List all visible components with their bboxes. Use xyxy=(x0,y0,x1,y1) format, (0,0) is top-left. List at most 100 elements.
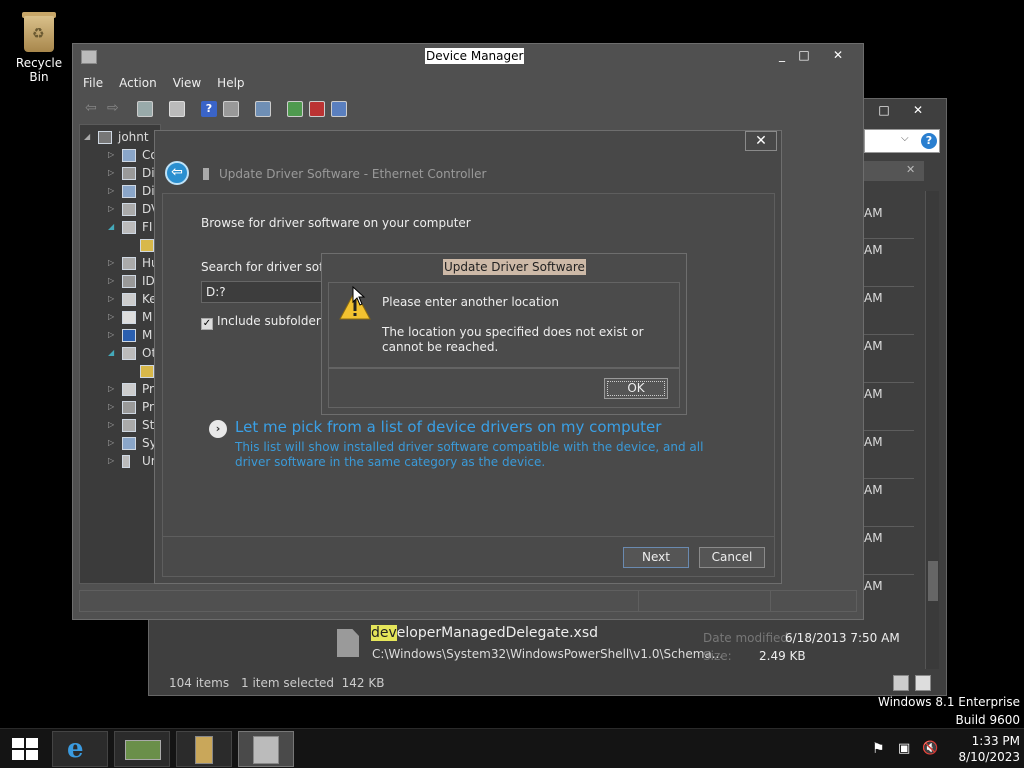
windows-version-info: Windows 8.1 Enterprise Build 9600 xyxy=(878,693,1020,729)
taskbar-clock[interactable]: 1:33 PM 8/10/2023 xyxy=(946,733,1020,765)
expand-arrow-icon[interactable]: ▷ xyxy=(108,168,114,177)
expand-arrow-icon[interactable]: ▷ xyxy=(108,312,114,321)
start-button[interactable] xyxy=(12,738,38,760)
tree-item[interactable]: ▷ Di xyxy=(80,183,160,201)
expand-arrow-icon[interactable]: ▷ xyxy=(108,456,114,465)
help-icon[interactable]: ? xyxy=(201,101,217,117)
menu-view[interactable]: View xyxy=(173,76,201,90)
update-driver-icon[interactable] xyxy=(287,101,303,117)
menu-help[interactable]: Help xyxy=(217,76,244,90)
tree-item[interactable]: ▷ Ke xyxy=(80,291,160,309)
explorer-scrollbar[interactable] xyxy=(925,191,939,669)
tree-item[interactable]: ▷ Pr xyxy=(80,399,160,417)
tree-item[interactable]: ▷ DV xyxy=(80,201,160,219)
file-path: C:\Windows\System32\WindowsPowerShell\v1… xyxy=(372,647,724,661)
back-arrow-icon[interactable]: ⇦ xyxy=(85,101,101,117)
tree-item[interactable]: ▷ Co xyxy=(80,147,160,165)
expand-arrow-icon[interactable]: ▷ xyxy=(108,420,114,429)
explorer-search-bar[interactable]: ✕ xyxy=(864,161,924,181)
tree-item[interactable]: ▷ ID xyxy=(80,273,160,291)
explorer-search-box[interactable]: ⌵ ? xyxy=(864,129,940,153)
expand-arrow-icon[interactable]: ▷ xyxy=(108,258,114,267)
list-item[interactable]: AM xyxy=(864,574,914,622)
next-button[interactable]: Next xyxy=(623,547,689,568)
tree-item[interactable]: ▷ Hu xyxy=(80,255,160,273)
cancel-button[interactable]: Cancel xyxy=(699,547,765,568)
expand-arrow-icon[interactable]: ▷ xyxy=(108,204,114,213)
driver-path-input[interactable]: D:? xyxy=(201,281,341,303)
explorer-close-button[interactable]: ✕ xyxy=(905,101,931,119)
list-item[interactable]: AM xyxy=(864,478,914,526)
view-icon[interactable] xyxy=(223,101,239,117)
file-details-row[interactable]: developerManagedDelegate.xsd C:\Windows\… xyxy=(335,623,925,669)
list-item[interactable]: AM xyxy=(864,286,914,334)
expand-arrow-icon[interactable]: ▷ xyxy=(108,186,114,195)
tree-item[interactable] xyxy=(80,363,160,381)
show-hide-tree-icon[interactable] xyxy=(137,101,153,117)
checkbox-checked-icon[interactable]: ✓ xyxy=(201,318,213,330)
device-tree[interactable]: ◢ johnt ▷ Co ▷ Di ▷ Di ▷ DV ◢ FI ▷ Hu ▷ ID ▷ Ke … xyxy=(79,124,161,584)
properties-icon[interactable] xyxy=(169,101,185,117)
close-button[interactable]: ✕ xyxy=(825,46,851,64)
expand-arrow-icon[interactable]: ◢ xyxy=(108,348,114,357)
row-time: AM xyxy=(864,206,883,220)
recycle-bin[interactable]: ♻ Recycle Bin xyxy=(6,10,72,84)
list-item[interactable]: AM xyxy=(864,334,914,382)
ok-button[interactable]: OK xyxy=(604,378,668,399)
tree-item[interactable]: ▷ M xyxy=(80,309,160,327)
uninstall-icon[interactable] xyxy=(309,101,325,117)
pick-from-list-title[interactable]: Let me pick from a list of device driver… xyxy=(235,418,661,436)
details-view-icon[interactable] xyxy=(893,675,909,691)
expand-arrow-icon[interactable]: ◢ xyxy=(84,132,90,141)
enable-device-icon[interactable] xyxy=(331,101,347,117)
list-item[interactable]: AM xyxy=(864,430,914,478)
menu-action[interactable]: Action xyxy=(119,76,157,90)
expand-arrow-icon[interactable]: ▷ xyxy=(108,150,114,159)
list-item[interactable]: AM xyxy=(864,526,914,574)
wizard-close-button[interactable]: ✕ xyxy=(745,131,777,151)
tree-item[interactable]: ◢ FI xyxy=(80,219,160,237)
menu-file[interactable]: File xyxy=(83,76,103,90)
tree-item[interactable] xyxy=(80,237,160,255)
expand-arrow-icon[interactable]: ▷ xyxy=(108,384,114,393)
expand-arrow-icon[interactable]: ▷ xyxy=(108,330,114,339)
action-center-flag-icon[interactable]: ⚑ xyxy=(872,741,885,757)
network-icon[interactable]: ▣ xyxy=(898,741,910,756)
tree-item[interactable]: ▷ Pr xyxy=(80,381,160,399)
expand-arrow-icon[interactable]: ▷ xyxy=(108,402,114,411)
expand-arrow-icon[interactable]: ◢ xyxy=(108,222,114,231)
help-icon[interactable]: ? xyxy=(921,133,937,149)
scan-hardware-icon[interactable] xyxy=(255,101,271,117)
taskbar-app[interactable] xyxy=(176,731,232,767)
expand-arrow-icon[interactable]: ▷ xyxy=(108,438,114,447)
error-message-box[interactable]: Update Driver Software Please enter anot… xyxy=(321,253,687,415)
tree-item[interactable]: ▷ St xyxy=(80,417,160,435)
large-icons-view-icon[interactable] xyxy=(915,675,931,691)
taskbar-server-manager[interactable] xyxy=(114,731,170,767)
back-arrow-icon[interactable]: ⇦ xyxy=(165,161,189,185)
list-item[interactable]: AM xyxy=(864,238,914,286)
tree-item[interactable]: ▷ Sy xyxy=(80,435,160,453)
list-item[interactable]: AM xyxy=(864,382,914,430)
expand-arrow-icon[interactable]: ▷ xyxy=(108,276,114,285)
printer-icon xyxy=(122,383,136,396)
volume-muted-icon[interactable]: 🔇 xyxy=(922,741,938,756)
tree-item[interactable]: ▷ Di xyxy=(80,165,160,183)
scrollbar-thumb[interactable] xyxy=(928,561,938,601)
clear-search-icon[interactable]: ✕ xyxy=(906,163,915,176)
file-name-rest: eloperManagedDelegate.xsd xyxy=(396,625,598,641)
expand-arrow-icon[interactable]: ▷ xyxy=(108,294,114,303)
tree-root[interactable]: ◢ johnt xyxy=(80,129,160,147)
app-icon xyxy=(195,736,213,764)
tree-item[interactable]: ▷ Ur xyxy=(80,453,160,471)
taskbar-device-manager[interactable] xyxy=(238,731,294,767)
chevron-down-icon[interactable]: ⌵ xyxy=(901,133,909,144)
tree-item[interactable]: ◢ Ot xyxy=(80,345,160,363)
taskbar-internet-explorer[interactable]: e xyxy=(52,731,108,767)
tree-item[interactable]: ▷ M xyxy=(80,327,160,345)
forward-arrow-icon[interactable]: ⇨ xyxy=(107,101,123,117)
include-subfolders-checkbox[interactable]: ✓ Include subfolders xyxy=(201,314,327,330)
explorer-maximize-button[interactable]: □ xyxy=(871,101,897,119)
storage-icon xyxy=(122,419,136,432)
maximize-button[interactable]: □ xyxy=(791,46,817,64)
